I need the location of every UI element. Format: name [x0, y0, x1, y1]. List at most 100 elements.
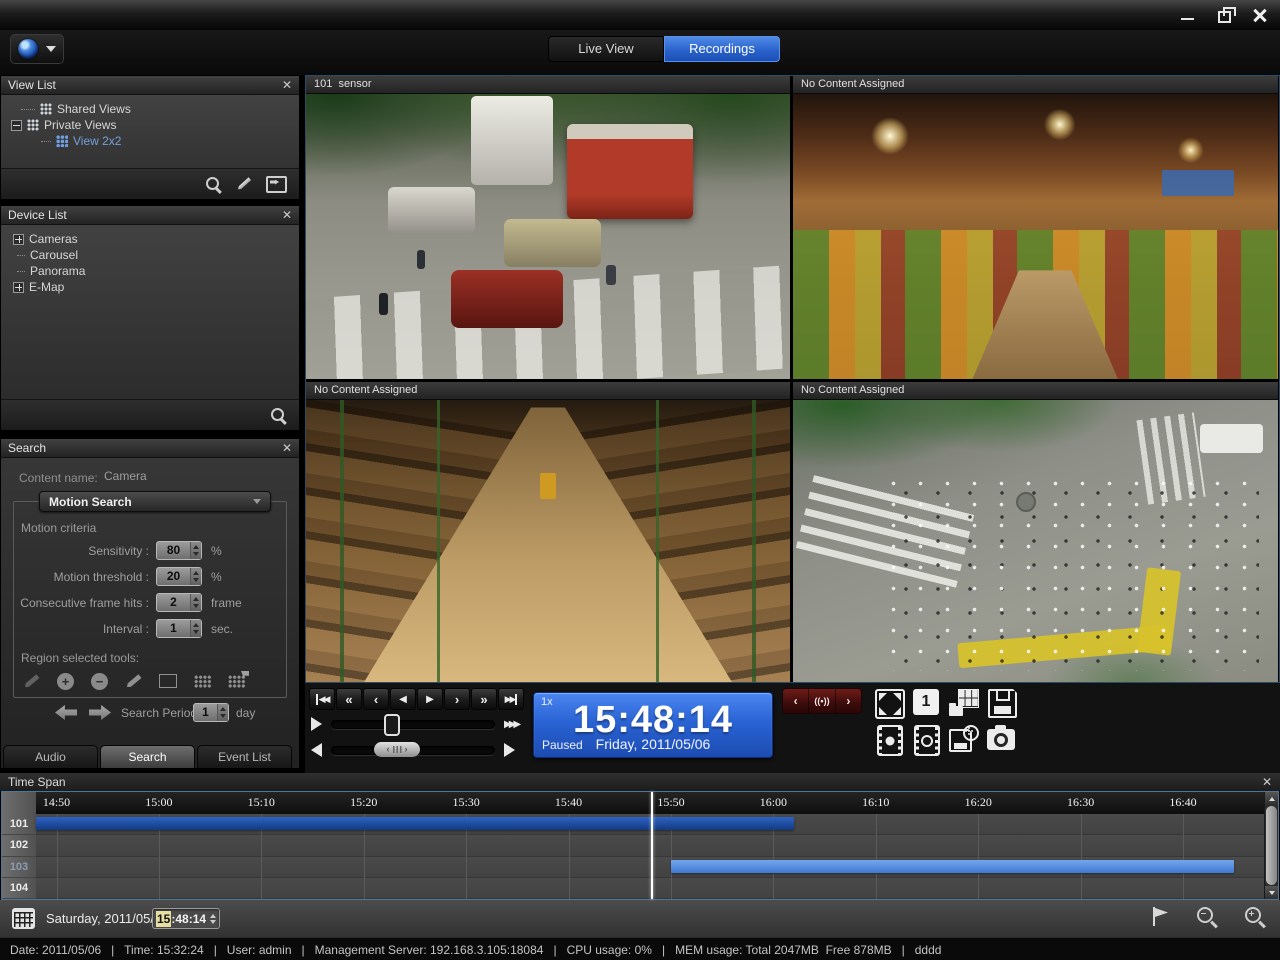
fullscreen-button[interactable] [875, 689, 905, 719]
region-remove-tool-icon[interactable]: − [91, 673, 108, 690]
timeline-content[interactable]: 14:5015:0015:1015:2015:3015:4015:5016:00… [36, 792, 1265, 899]
region-grid-select-tool-icon[interactable] [194, 675, 211, 688]
interval-spinner[interactable]: 1 [156, 619, 202, 638]
tree-item-e-map[interactable]: E-Map [7, 279, 295, 295]
region-draw-tool-icon[interactable] [125, 674, 141, 689]
time-span-close-icon[interactable]: ✕ [1262, 776, 1272, 788]
timeline-scrollbar[interactable] [1264, 792, 1278, 899]
next-period-button[interactable] [89, 705, 111, 720]
scroll-up-button[interactable] [1265, 792, 1278, 805]
speed-slider-thumb[interactable] [384, 714, 400, 736]
record-clip-button[interactable] [914, 725, 940, 756]
jog-shuttle-thumb[interactable]: ‹ › [374, 742, 420, 757]
video-tile-bottom-right[interactable]: No Content Assigned [793, 382, 1278, 682]
tab-live-view[interactable]: Live View [548, 36, 664, 62]
tab-audio[interactable]: Audio [3, 745, 98, 768]
jog-left-icon[interactable] [311, 743, 322, 757]
interval-value: 1 [157, 620, 190, 637]
play-backward-button[interactable]: ◀ [390, 688, 416, 710]
expand-icon[interactable] [13, 282, 24, 293]
restore-button[interactable] [1214, 7, 1234, 23]
collapse-icon[interactable] [11, 120, 22, 131]
bookmark-flag-icon[interactable] [1150, 906, 1170, 928]
jog-shuttle-slider[interactable]: ‹ › [331, 746, 495, 755]
tree-item-cameras[interactable]: Cameras [7, 231, 295, 247]
event-signal-icon[interactable]: ((•)) [808, 689, 834, 713]
spinner-arrows[interactable] [190, 568, 201, 585]
video-tile-bottom-left[interactable]: No Content Assigned [306, 382, 790, 682]
timeline-playhead[interactable] [651, 792, 653, 899]
speed-slider[interactable] [331, 720, 495, 729]
recording-segment[interactable] [671, 860, 1234, 873]
save-view-button[interactable] [988, 689, 1017, 718]
video-grid: 101 sensor No Content Assigned No Conten… [305, 75, 1280, 683]
record-marker-button[interactable] [877, 725, 903, 756]
tree-item-panorama[interactable]: Panorama [7, 263, 295, 279]
timeline-channel-label: 103 [2, 857, 36, 878]
export-video-button[interactable] [949, 725, 979, 752]
send-to-monitor-icon[interactable] [266, 176, 287, 193]
time-input-field[interactable]: 15 :48:14 [152, 908, 220, 929]
play-button[interactable]: ▶ [417, 688, 443, 710]
view-edit-icon[interactable] [237, 177, 252, 191]
jog-right-icon[interactable] [504, 743, 515, 757]
video-tile-101[interactable]: 101 sensor [306, 76, 790, 379]
spinner-arrows[interactable] [190, 542, 201, 559]
speed-max-icon[interactable]: ▶▶▶ [504, 719, 518, 730]
spinner-arrows[interactable] [190, 594, 201, 611]
recording-segment[interactable] [36, 817, 794, 830]
scroll-down-button[interactable] [1265, 886, 1278, 899]
skip-to-start-button[interactable]: ◀◀ [309, 688, 335, 710]
time-spinner-arrows[interactable] [210, 914, 216, 924]
step-forward-button[interactable]: › [444, 688, 470, 710]
views-folder-icon [40, 103, 52, 115]
search-type-dropdown[interactable]: Motion Search [39, 491, 271, 512]
view-list-close-icon[interactable]: ✕ [282, 79, 292, 91]
spinner-arrows[interactable] [217, 704, 228, 721]
speed-play-icon[interactable] [311, 717, 322, 731]
scrollbar-thumb[interactable] [1266, 806, 1277, 885]
minimize-button[interactable] [1178, 7, 1198, 23]
expand-icon[interactable] [13, 234, 24, 245]
view-selector-button[interactable] [10, 34, 64, 64]
timeline-zoom-out-icon[interactable] [1196, 906, 1218, 928]
time-minutes-seconds[interactable]: :48:14 [171, 912, 206, 926]
tree-item-carousel[interactable]: Carousel [7, 247, 295, 263]
region-rectangle-tool-icon[interactable] [159, 674, 177, 688]
playback-date: Friday, 2011/05/06 [534, 736, 772, 752]
step-backward-button[interactable]: ‹ [363, 688, 389, 710]
skip-to-end-button[interactable]: ▶▶ [498, 688, 524, 710]
view-search-icon[interactable] [205, 176, 222, 193]
timeline[interactable]: 101102103104 14:5015:0015:1015:2015:3015… [1, 791, 1279, 900]
device-search-icon[interactable] [270, 407, 287, 424]
search-period-spinner[interactable]: 1 [193, 703, 229, 722]
region-pencil-grid-tool-icon[interactable] [23, 674, 39, 689]
previous-event-button[interactable]: ‹ [783, 689, 808, 713]
next-event-button[interactable]: › [835, 689, 861, 713]
multi-view-button[interactable] [949, 689, 979, 716]
region-grid-move-tool-icon[interactable] [228, 675, 245, 688]
region-add-tool-icon[interactable]: + [57, 673, 74, 690]
motion-threshold-spinner[interactable]: 20 [156, 567, 202, 586]
timeline-zoom-in-icon[interactable] [1244, 906, 1266, 928]
calendar-icon[interactable] [12, 908, 35, 929]
tree-item-private-views[interactable]: Private Views [7, 117, 295, 133]
video-tile-top-right[interactable]: No Content Assigned [793, 76, 1278, 379]
fast-backward-button[interactable]: « [336, 688, 362, 710]
spinner-arrows[interactable] [190, 620, 201, 637]
tab-search[interactable]: Search [100, 745, 195, 768]
fast-forward-button[interactable]: » [471, 688, 497, 710]
device-list-close-icon[interactable]: ✕ [282, 209, 292, 221]
snapshot-button[interactable] [987, 729, 1015, 750]
search-panel-close-icon[interactable]: ✕ [282, 442, 292, 454]
tab-event-list[interactable]: Event List [197, 745, 292, 768]
single-view-button[interactable]: 1 [913, 689, 939, 715]
tab-recordings[interactable]: Recordings [664, 36, 780, 62]
tree-item-shared-views[interactable]: Shared Views [7, 101, 295, 117]
frame-hits-spinner[interactable]: 2 [156, 593, 202, 612]
close-button[interactable] [1250, 7, 1270, 23]
time-hours-selected[interactable]: 15 [156, 911, 171, 927]
sensitivity-spinner[interactable]: 80 [156, 541, 202, 560]
tree-item-view-2x2[interactable]: View 2x2 [7, 133, 295, 149]
previous-period-button[interactable] [55, 705, 77, 720]
